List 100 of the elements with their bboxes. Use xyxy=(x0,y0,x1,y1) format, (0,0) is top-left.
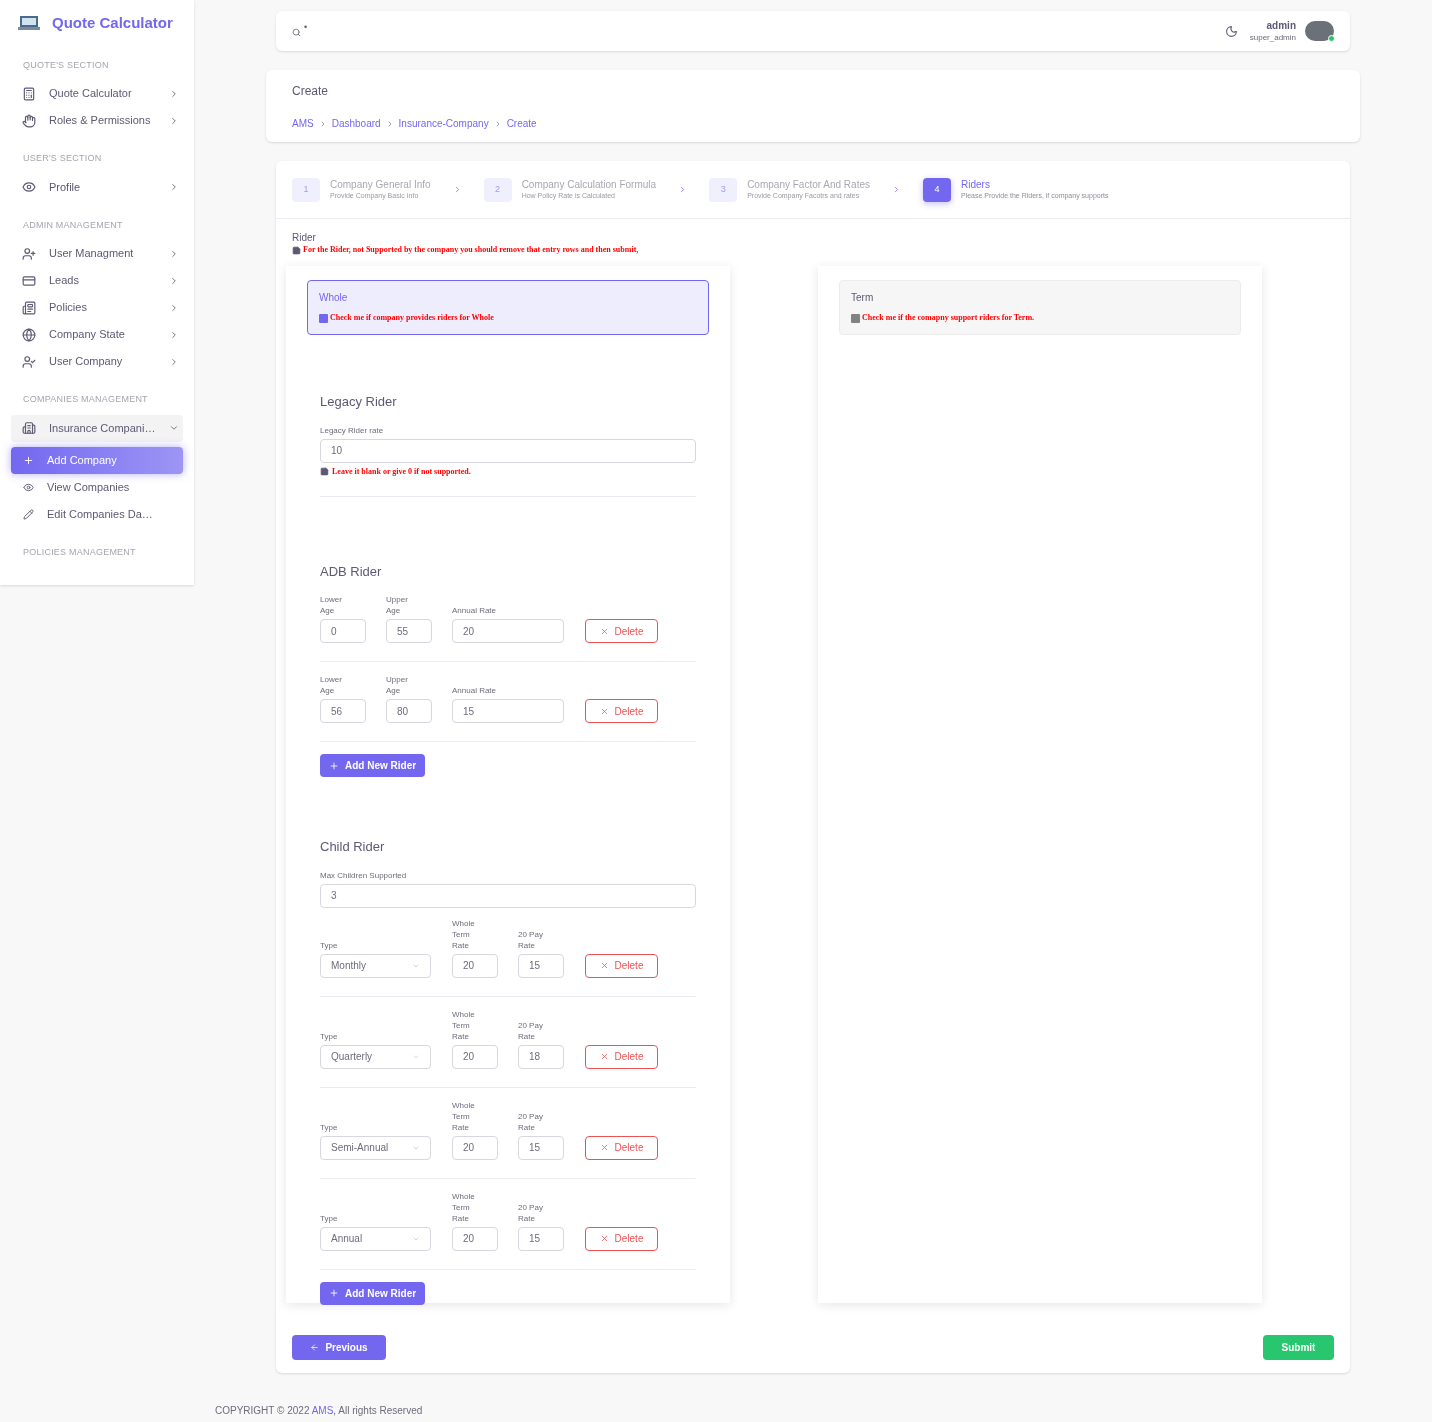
plus-icon xyxy=(23,454,34,466)
input-field[interactable]: 3 xyxy=(320,883,696,908)
card-title: Term xyxy=(851,291,875,305)
list-icon xyxy=(22,300,36,315)
field-label: Whole Term Rate xyxy=(452,1190,476,1224)
note-icon xyxy=(320,467,329,476)
sidebar-item[interactable]: Quote Calculator xyxy=(11,80,183,107)
field-label: Whole Term Rate xyxy=(452,1099,476,1133)
section-heading: USER'S SECTION xyxy=(22,152,103,165)
close-icon xyxy=(599,1234,609,1243)
pencil-icon xyxy=(23,508,34,520)
field-label: Upper Age xyxy=(386,594,409,616)
input-field[interactable]: 20 xyxy=(452,1135,498,1160)
sidebar-item[interactable]: Profile xyxy=(11,173,183,201)
input-field[interactable]: 10 xyxy=(320,438,696,463)
chevron-right-icon xyxy=(169,182,179,192)
delete-button[interactable]: Delete xyxy=(585,1135,658,1160)
input-field[interactable]: 15 xyxy=(518,1226,564,1251)
avatar[interactable] xyxy=(1305,21,1334,41)
input-field[interactable]: 20 xyxy=(452,953,498,978)
type-select[interactable]: Monthly xyxy=(320,953,431,978)
field-label: Lower Age xyxy=(320,594,343,616)
sidebar-item[interactable]: Policies xyxy=(11,294,183,321)
type-select[interactable]: Annual xyxy=(320,1226,431,1251)
close-icon xyxy=(599,626,609,636)
checkbox[interactable] xyxy=(851,313,860,323)
eye-icon xyxy=(22,180,36,194)
previous-button[interactable]: Previous xyxy=(292,1335,386,1360)
breadcrumb-link[interactable]: AMS xyxy=(292,116,314,131)
sidebar-subitem[interactable]: Add Company xyxy=(11,446,183,474)
page-title: Create xyxy=(292,83,330,100)
delete-button[interactable]: Delete xyxy=(585,699,658,723)
sidebar-subitem[interactable]: Edit Companies Da… xyxy=(11,500,183,528)
close-icon xyxy=(599,1143,609,1152)
chevron-right-icon xyxy=(169,356,179,367)
input-field[interactable]: 20 xyxy=(452,1226,498,1251)
input-field[interactable]: 18 xyxy=(518,1044,564,1069)
plus-icon xyxy=(329,1288,339,1298)
globe-icon xyxy=(22,327,36,342)
copyright-text: COPYRIGHT © 2022 AMS, All rights Reserved xyxy=(215,1404,424,1418)
section-heading: COMPANIES MANAGEMENT xyxy=(22,393,149,406)
field-label: 20 Pay Rate xyxy=(518,1201,544,1224)
plus-icon xyxy=(329,760,339,771)
section-title: Child Rider xyxy=(320,838,386,856)
arrow-left-icon xyxy=(310,1343,320,1352)
sidebar-item[interactable]: User Managment xyxy=(11,240,183,267)
breadcrumb-link[interactable]: Insurance-Company xyxy=(398,116,489,131)
input-field[interactable]: 20 xyxy=(452,619,564,643)
close-icon xyxy=(599,961,609,970)
checkbox[interactable] xyxy=(319,313,328,323)
input-field[interactable]: 15 xyxy=(518,953,564,978)
close-icon xyxy=(599,706,609,716)
chevron-down-icon xyxy=(169,423,179,433)
field-label: Type xyxy=(320,1030,339,1042)
chevron-right-icon xyxy=(169,248,179,259)
calculator-icon xyxy=(22,86,36,101)
section-heading: ADMIN MANAGEMENT xyxy=(22,218,124,232)
field-label: Lower Age xyxy=(320,674,343,696)
search-icon[interactable] xyxy=(292,27,301,37)
section-heading: QUOTE'S SECTION xyxy=(22,58,110,72)
delete-button[interactable]: Delete xyxy=(585,619,658,643)
sidebar-item[interactable]: Roles & Permissions xyxy=(11,107,183,134)
card-icon xyxy=(22,273,36,288)
input-field[interactable]: 15 xyxy=(452,699,564,723)
field-label: Whole Term Rate xyxy=(452,917,476,951)
sidebar-item[interactable]: Insurance Compani… xyxy=(11,414,183,442)
input-field[interactable]: 55 xyxy=(386,619,432,643)
sidebar-subitem[interactable]: View Companies xyxy=(11,473,183,501)
person-icon xyxy=(22,354,36,369)
sidebar-item[interactable]: Company State xyxy=(11,321,183,348)
add-rider-button[interactable]: Add New Rider xyxy=(320,754,426,777)
input-field[interactable]: 20 xyxy=(452,1044,498,1069)
sidebar-item[interactable]: User Company xyxy=(11,348,183,375)
field-label: Annual Rate xyxy=(452,605,498,616)
input-field[interactable]: 15 xyxy=(518,1135,564,1160)
dark-mode-icon[interactable] xyxy=(1224,24,1238,38)
input-field[interactable]: 56 xyxy=(320,699,366,723)
delete-button[interactable]: Delete xyxy=(585,953,658,978)
hand-icon xyxy=(22,113,36,128)
input-field[interactable]: 80 xyxy=(386,699,432,723)
section-title: ADB Rider xyxy=(320,562,383,581)
chevron-right-icon xyxy=(169,115,179,126)
breadcrumb-link[interactable]: Dashboard xyxy=(331,116,381,131)
close-icon xyxy=(599,1052,609,1061)
type-select[interactable]: Quarterly xyxy=(320,1044,431,1069)
add-rider-button[interactable]: Add New Rider xyxy=(320,1281,426,1305)
field-label: 20 Pay Rate xyxy=(518,1110,544,1133)
field-label: Type xyxy=(320,1212,339,1224)
input-field[interactable]: 0 xyxy=(320,619,366,643)
field-label: Max Children Supported xyxy=(320,869,408,881)
delete-button[interactable]: Delete xyxy=(585,1226,658,1251)
card-title: Whole xyxy=(319,291,349,305)
sidebar-item[interactable]: Leads xyxy=(11,267,183,294)
search-field[interactable]: • xyxy=(304,21,308,35)
chevron-right-icon xyxy=(892,185,901,194)
type-select[interactable]: Semi-Annual xyxy=(320,1135,431,1160)
chevron-right-icon xyxy=(169,302,179,313)
field-label: Legacy Rider rate xyxy=(320,424,385,436)
breadcrumb-link[interactable]: Create xyxy=(506,116,537,131)
delete-button[interactable]: Delete xyxy=(585,1044,658,1069)
